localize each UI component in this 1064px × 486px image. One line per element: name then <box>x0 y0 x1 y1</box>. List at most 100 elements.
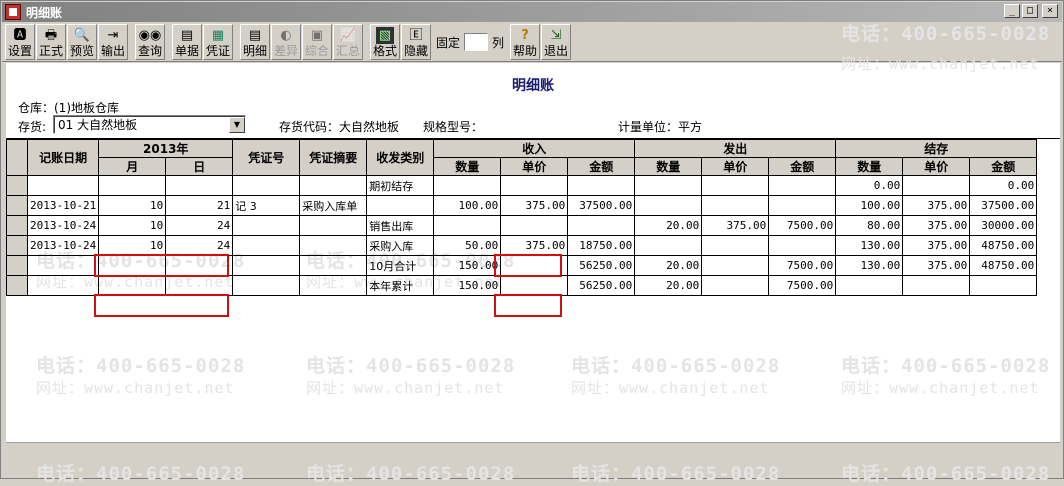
cell-vsum[interactable] <box>299 275 368 296</box>
cell-day[interactable]: 24 <box>165 235 234 256</box>
cell-ip[interactable] <box>500 175 569 196</box>
detail-button[interactable]: ▤ 明细 <box>240 24 270 60</box>
query-button[interactable]: ◉◉ 查询 <box>135 24 165 60</box>
setup-button[interactable]: 🅰 设置 <box>5 24 35 60</box>
row-header[interactable] <box>6 235 28 256</box>
cell-date[interactable] <box>26 275 100 296</box>
format-button[interactable]: ▧ 格式 <box>370 24 400 60</box>
maximize-button[interactable]: □ <box>1022 4 1038 18</box>
summary-button[interactable]: ▣ 综合 <box>302 24 332 60</box>
cell-month[interactable] <box>98 255 167 276</box>
cell-oq[interactable] <box>634 175 703 196</box>
cell-iq[interactable]: 150.00 <box>433 255 502 276</box>
cell-bq[interactable]: 80.00 <box>835 215 904 236</box>
cell-ia[interactable]: 18750.00 <box>567 235 636 256</box>
cell-ba[interactable]: 0.00 <box>969 175 1038 196</box>
cell-oq[interactable] <box>634 235 703 256</box>
cell-vsum[interactable] <box>299 235 368 256</box>
cell-op[interactable] <box>701 195 770 216</box>
cell-month[interactable]: 10 <box>98 195 167 216</box>
cell-type[interactable]: 采购入库 <box>366 235 435 256</box>
cell-iq[interactable] <box>433 215 502 236</box>
cell-iq[interactable] <box>433 175 502 196</box>
cell-op[interactable] <box>701 175 770 196</box>
cell-vsum[interactable]: 采购入库单 <box>299 195 368 216</box>
cell-day[interactable]: 21 <box>165 195 234 216</box>
cell-bp[interactable]: 375.00 <box>902 235 971 256</box>
cell-month[interactable] <box>98 175 167 196</box>
cell-bq[interactable]: 130.00 <box>835 235 904 256</box>
cell-op[interactable] <box>701 235 770 256</box>
cell-ia[interactable]: 56250.00 <box>567 255 636 276</box>
cell-ba[interactable]: 48750.00 <box>969 235 1038 256</box>
cell-ip[interactable] <box>500 275 569 296</box>
chevron-down-icon[interactable]: ▼ <box>229 116 245 133</box>
cell-bp[interactable] <box>902 175 971 196</box>
cell-ia[interactable]: 37500.00 <box>567 195 636 216</box>
aggregate-button[interactable]: 📈 汇总 <box>333 24 363 60</box>
cell-date[interactable]: 2013-10-21 <box>26 195 100 216</box>
cell-oa[interactable] <box>768 195 837 216</box>
cell-bp[interactable] <box>902 275 971 296</box>
cell-vsum[interactable] <box>299 255 368 276</box>
cell-vno[interactable]: 记 3 <box>232 195 301 216</box>
cell-oa[interactable]: 7500.00 <box>768 275 837 296</box>
row-header[interactable] <box>6 175 28 196</box>
table-row[interactable]: 期初结存 0.00 0.00 <box>6 175 1038 196</box>
row-header[interactable] <box>6 215 28 236</box>
preview-button[interactable]: 🔍 预览 <box>67 24 97 60</box>
cell-type[interactable]: 期初结存 <box>366 175 435 196</box>
cell-ip[interactable]: 375.00 <box>500 195 569 216</box>
cell-bp[interactable]: 375.00 <box>902 255 971 276</box>
document-button[interactable]: ▤ 单据 <box>172 24 202 60</box>
cell-day[interactable]: 24 <box>165 215 234 236</box>
cell-vno[interactable] <box>232 215 301 236</box>
cell-bp[interactable]: 375.00 <box>902 215 971 236</box>
cell-oq[interactable]: 20.00 <box>634 255 703 276</box>
cell-bq[interactable]: 0.00 <box>835 175 904 196</box>
cell-month[interactable]: 10 <box>98 215 167 236</box>
print-button[interactable]: 🖶 正式 <box>36 24 66 60</box>
fix-columns-input[interactable] <box>464 33 489 51</box>
row-header[interactable] <box>6 195 28 216</box>
cell-oq[interactable] <box>634 195 703 216</box>
table-row[interactable]: 本年累计 150.00 56250.00 20.00 7500.00 <box>6 275 1038 296</box>
cell-vno[interactable] <box>232 235 301 256</box>
cell-bp[interactable]: 375.00 <box>902 195 971 216</box>
cell-bq[interactable]: 130.00 <box>835 255 904 276</box>
cell-day[interactable] <box>165 175 234 196</box>
cell-ba[interactable]: 48750.00 <box>969 255 1038 276</box>
cell-op[interactable]: 375.00 <box>701 215 770 236</box>
cell-iq[interactable]: 150.00 <box>433 275 502 296</box>
cell-oa[interactable] <box>768 235 837 256</box>
cell-ba[interactable] <box>969 275 1038 296</box>
cell-oa[interactable]: 7500.00 <box>768 215 837 236</box>
minimize-button[interactable]: _ <box>1004 4 1020 18</box>
cell-bq[interactable]: 100.00 <box>835 195 904 216</box>
cell-month[interactable] <box>98 275 167 296</box>
cell-ia[interactable] <box>567 175 636 196</box>
close-button[interactable]: × <box>1042 4 1058 18</box>
table-row[interactable]: 2013-10-24 10 24 采购入库 50.00 375.00 18750.00 130… <box>6 235 1038 256</box>
cell-vno[interactable] <box>232 175 301 196</box>
cell-oa[interactable] <box>768 175 837 196</box>
cell-type[interactable]: 本年累计 <box>366 275 435 296</box>
cell-ip[interactable]: 375.00 <box>500 235 569 256</box>
cell-iq[interactable]: 100.00 <box>433 195 502 216</box>
cell-ia[interactable]: 56250.00 <box>567 275 636 296</box>
cell-type[interactable]: 10月合计 <box>366 255 435 276</box>
cell-date[interactable]: 2013-10-24 <box>26 235 100 256</box>
cell-ip[interactable] <box>500 255 569 276</box>
cell-iq[interactable]: 50.00 <box>433 235 502 256</box>
cell-ba[interactable]: 30000.00 <box>969 215 1038 236</box>
cell-type[interactable]: 销售出库 <box>366 215 435 236</box>
cell-month[interactable]: 10 <box>98 235 167 256</box>
cell-vsum[interactable] <box>299 215 368 236</box>
cell-day[interactable] <box>165 255 234 276</box>
cell-bq[interactable] <box>835 275 904 296</box>
cell-ba[interactable]: 37500.00 <box>969 195 1038 216</box>
row-header[interactable] <box>6 255 28 276</box>
export-button[interactable]: ⇥ 输出 <box>98 24 128 60</box>
voucher-button[interactable]: ▦ 凭证 <box>203 24 233 60</box>
cell-day[interactable] <box>165 275 234 296</box>
